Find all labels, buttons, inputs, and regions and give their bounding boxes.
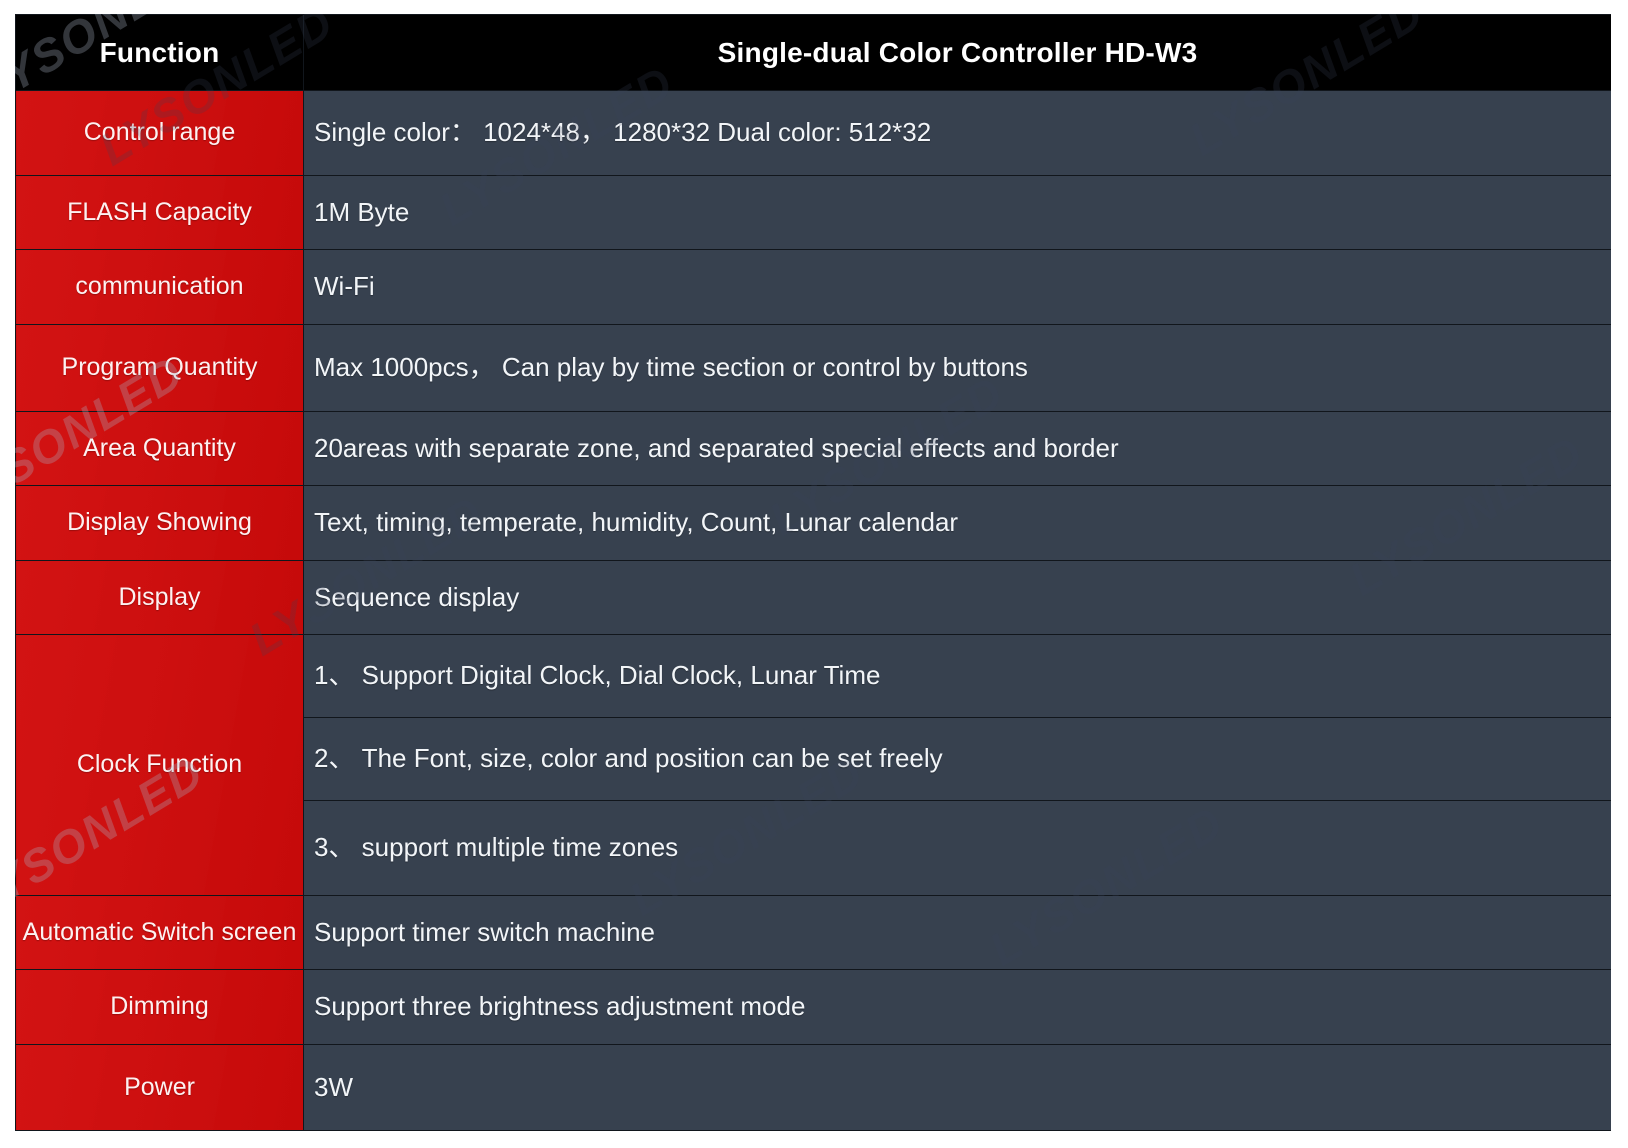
- row-value-clock-function-3: 3、 support multiple time zones: [303, 800, 1612, 896]
- column-header-model: Single-dual Color Controller HD-W3: [303, 14, 1612, 91]
- row-value-program-quantity: Max 1000pcs， Can play by time section or…: [303, 324, 1612, 412]
- row-value-display: Sequence display: [303, 560, 1612, 635]
- table-row: Display Showing Text, timing, temperate,…: [15, 485, 1612, 561]
- row-label-flash-capacity: FLASH Capacity: [15, 175, 304, 250]
- table-row: Automatic Switch screen Support timer sw…: [15, 895, 1612, 970]
- specification-table: Function Single-dual Color Controller HD…: [15, 14, 1612, 1131]
- row-label-communication: communication: [15, 249, 304, 325]
- spec-sheet-root: LYSONLED LYSONLED LYSONLED LYSONLED LYSO…: [0, 0, 1628, 1148]
- table-row: Display Sequence display: [15, 560, 1612, 635]
- row-label-display-showing: Display Showing: [15, 485, 304, 561]
- row-value-automatic-switch-screen: Support timer switch machine: [303, 895, 1612, 970]
- row-value-flash-capacity: 1M Byte: [303, 175, 1612, 250]
- row-label-dimming: Dimming: [15, 969, 304, 1045]
- page-margin-top: [0, 0, 1628, 14]
- table-row: Dimming Support three brightness adjustm…: [15, 969, 1612, 1045]
- table-header: Function Single-dual Color Controller HD…: [15, 14, 1612, 91]
- column-header-function: Function: [15, 14, 304, 91]
- table-row: Control range Single color： 1024*48， 128…: [15, 90, 1612, 176]
- table-row: Power 3W: [15, 1044, 1612, 1131]
- table-row: communication Wi-Fi: [15, 249, 1612, 325]
- row-value-dimming: Support three brightness adjustment mode: [303, 969, 1612, 1045]
- row-label-display: Display: [15, 560, 304, 635]
- table-body: Control range Single color： 1024*48， 128…: [15, 90, 1612, 1131]
- header-row: Function Single-dual Color Controller HD…: [15, 14, 1612, 91]
- row-value-area-quantity: 20areas with separate zone, and separate…: [303, 411, 1612, 486]
- page-margin-bottom: [0, 1131, 1628, 1148]
- row-label-automatic-switch-screen: Automatic Switch screen: [15, 895, 304, 970]
- page-margin-left: [0, 0, 15, 1148]
- row-label-clock-function: Clock Function: [15, 634, 304, 896]
- row-label-program-quantity: Program Quantity: [15, 324, 304, 412]
- table-row: Area Quantity 20areas with separate zone…: [15, 411, 1612, 486]
- row-label-power: Power: [15, 1044, 304, 1131]
- row-label-area-quantity: Area Quantity: [15, 411, 304, 486]
- row-value-clock-function-2: 2、 The Font, size, color and position ca…: [303, 717, 1612, 801]
- row-value-display-showing: Text, timing, temperate, humidity, Count…: [303, 485, 1612, 561]
- table-row: FLASH Capacity 1M Byte: [15, 175, 1612, 250]
- table-row: Program Quantity Max 1000pcs， Can play b…: [15, 324, 1612, 412]
- row-value-control-range: Single color： 1024*48， 1280*32 Dual colo…: [303, 90, 1612, 176]
- table-row: Clock Function 1、 Support Digital Clock,…: [15, 634, 1612, 896]
- row-value-clock-function-1: 1、 Support Digital Clock, Dial Clock, Lu…: [303, 634, 1612, 718]
- page-margin-right: [1611, 0, 1628, 1148]
- row-value-power: 3W: [303, 1044, 1612, 1131]
- row-value-communication: Wi-Fi: [303, 249, 1612, 325]
- row-label-control-range: Control range: [15, 90, 304, 176]
